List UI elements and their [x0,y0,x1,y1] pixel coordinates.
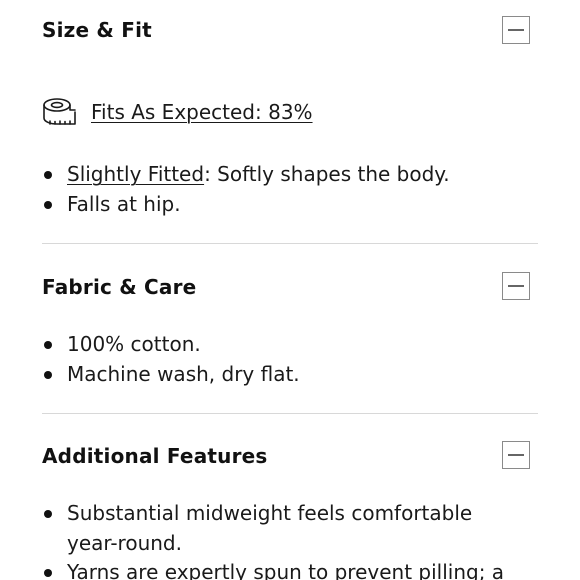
list-item-text: Machine wash, dry flat. [67,361,300,386]
size-fit-list: Slightly Fitted: Softly shapes the body.… [42,160,538,219]
fabric-care-section: Fabric & Care 100% cotton. Machine wash,… [42,244,538,412]
additional-features-collapse-button[interactable] [502,441,530,469]
bullet-dot [44,341,52,349]
product-details-accordion: Size & Fit Fits As Expected: 83% Slightl… [0,0,580,580]
bullet-dot [44,370,52,379]
list-item: Slightly Fitted: Softly shapes the body. [42,160,538,190]
additional-features-heading: Additional Features [42,444,268,468]
list-item-text: Substantial midweight feels comfortable … [67,501,473,555]
additional-features-list: Substantial midweight feels comfortable … [42,499,512,580]
fabric-care-heading: Fabric & Care [42,275,197,299]
bullet-dot [44,171,52,179]
minus-icon [508,29,524,31]
minus-icon [508,285,524,287]
size-fit-section: Size & Fit Fits As Expected: 83% Slightl… [42,0,538,240]
list-item: Machine wash, dry flat. [42,360,538,390]
size-fit-collapse-button[interactable] [502,16,530,44]
minus-icon [508,454,524,456]
fit-type-link[interactable]: Slightly Fitted [67,162,204,186]
list-item-text: Yarns are expertly spun to prevent pilli… [67,560,505,580]
measuring-tape-icon [43,98,76,125]
size-fit-heading: Size & Fit [42,18,152,42]
list-item-text: Falls at hip. [67,191,181,216]
fit-rating-link[interactable]: Fits As Expected: 83% [91,100,313,124]
bullet-dot [44,200,52,209]
additional-features-section: Additional Features Substantial midweigh… [42,414,538,580]
fabric-care-collapse-button[interactable] [502,272,530,300]
list-item-text: 100% cotton. [67,332,201,356]
fabric-care-list: 100% cotton. Machine wash, dry flat. [42,330,538,389]
list-item: Yarns are expertly spun to prevent pilli… [42,558,512,580]
bullet-dot [44,510,52,518]
list-item: Falls at hip. [42,190,538,220]
list-item-text: : Softly shapes the body. [204,162,450,186]
list-item: Substantial midweight feels comfortable … [42,499,512,558]
bullet-dot [44,569,52,577]
fit-rating-row: Fits As Expected: 83% [42,94,313,130]
list-item: 100% cotton. [42,330,538,360]
